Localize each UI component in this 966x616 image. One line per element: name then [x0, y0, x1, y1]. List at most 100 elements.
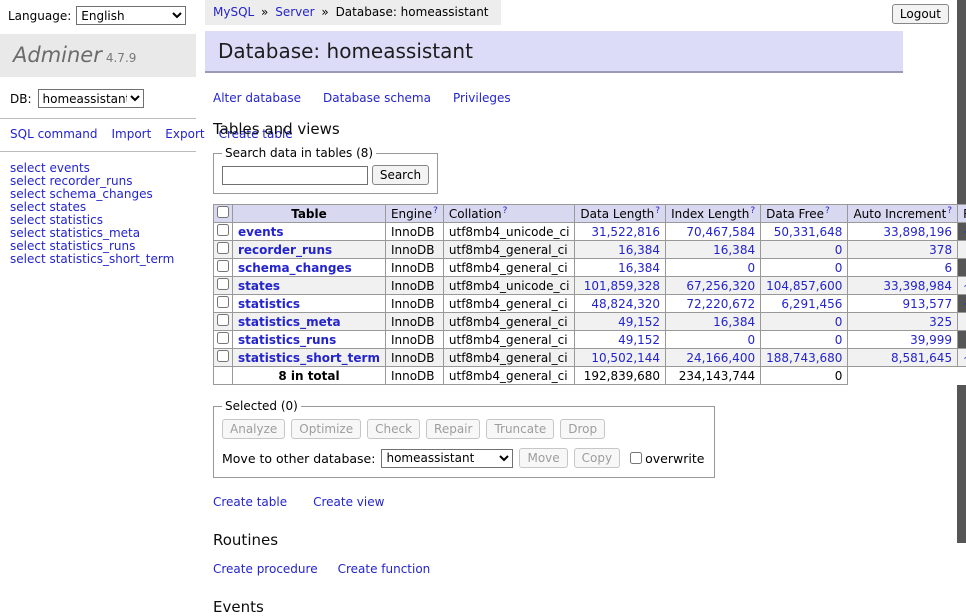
auto-increment-link[interactable]: 378 — [929, 243, 952, 257]
row-checkbox[interactable] — [217, 260, 229, 272]
auto-increment-link[interactable]: 33,398,984 — [883, 279, 952, 293]
data-length-link[interactable]: 10,502,144 — [591, 351, 660, 365]
cell-data-free[interactable]: 104,857,600 — [761, 277, 848, 295]
cell-index-length[interactable]: 16,384 — [666, 313, 761, 331]
create-view-link[interactable]: Create view — [313, 495, 384, 509]
row-checkbox[interactable] — [217, 350, 229, 362]
index-length-link[interactable]: 67,256,320 — [686, 279, 755, 293]
index-length-link[interactable]: 70,467,584 — [686, 225, 755, 239]
privileges-link[interactable]: Privileges — [453, 91, 511, 105]
logout-button[interactable]: Logout — [892, 4, 949, 24]
cell-index-length[interactable]: 24,166,400 — [666, 349, 761, 367]
cell-index-length[interactable]: 0 — [666, 259, 761, 277]
repair-button[interactable]: Repair — [426, 419, 480, 439]
data-length-link[interactable]: 48,824,320 — [591, 297, 660, 311]
cell-rows[interactable]: ~ 3 — [958, 259, 966, 277]
cell-auto-increment[interactable]: 378 — [848, 241, 958, 259]
select-all-checkbox[interactable] — [217, 206, 229, 218]
cell-index-length[interactable]: 0 — [666, 331, 761, 349]
data-free-link[interactable]: 6,291,456 — [781, 297, 842, 311]
overwrite-checkbox[interactable] — [630, 452, 642, 464]
help-link[interactable]: ? — [503, 206, 508, 216]
data-free-link[interactable]: 0 — [835, 333, 843, 347]
cell-data-length[interactable]: 48,824,320 — [575, 295, 666, 313]
language-select[interactable]: English — [76, 6, 186, 25]
table-name-link[interactable]: statistics — [238, 297, 300, 311]
help-link[interactable]: ? — [825, 206, 830, 216]
data-free-link[interactable]: 104,857,600 — [766, 279, 842, 293]
cell-data-length[interactable]: 101,859,328 — [575, 277, 666, 295]
index-length-link[interactable]: 72,220,672 — [686, 297, 755, 311]
cell-data-free[interactable]: 0 — [761, 259, 848, 277]
data-free-link[interactable]: 0 — [835, 261, 843, 275]
sidebar-link-export[interactable]: Export — [165, 127, 204, 141]
table-name-link[interactable]: statistics_short_term — [238, 351, 380, 365]
cell-index-length[interactable]: 16,384 — [666, 241, 761, 259]
help-link[interactable]: ? — [655, 206, 660, 216]
row-checkbox[interactable] — [217, 224, 229, 236]
cell-data-free[interactable]: 0 — [761, 241, 848, 259]
adminer-logo-link[interactable]: Adminer — [13, 43, 102, 67]
auto-increment-link[interactable]: 6 — [944, 261, 952, 275]
auto-increment-link[interactable]: 39,999 — [910, 333, 952, 347]
analyze-button[interactable]: Analyze — [222, 419, 285, 439]
cell-auto-increment[interactable]: 33,898,196 — [848, 223, 958, 241]
data-length-link[interactable]: 31,522,816 — [591, 225, 660, 239]
auto-increment-link[interactable]: 325 — [929, 315, 952, 329]
cell-auto-increment[interactable]: 6 — [848, 259, 958, 277]
data-free-link[interactable]: 188,743,680 — [766, 351, 842, 365]
cell-data-length[interactable]: 16,384 — [575, 241, 666, 259]
cell-rows[interactable]: ~ 299,833 — [958, 277, 966, 295]
alter-database-link[interactable]: Alter database — [213, 91, 301, 105]
row-checkbox[interactable] — [217, 296, 229, 308]
search-button[interactable]: Search — [372, 165, 429, 185]
cell-rows[interactable]: ~ 136,108 — [958, 349, 966, 367]
sidebar-link-sql-command[interactable]: SQL command — [10, 127, 97, 141]
cell-data-length[interactable]: 49,152 — [575, 313, 666, 331]
cell-auto-increment[interactable]: 39,999 — [848, 331, 958, 349]
table-name-link[interactable]: events — [238, 225, 284, 239]
cell-data-free[interactable]: 6,291,456 — [761, 295, 848, 313]
db-select[interactable]: homeassistant — [38, 89, 144, 108]
data-length-link[interactable]: 101,859,328 — [584, 279, 660, 293]
help-link[interactable]: ? — [947, 206, 952, 216]
cell-index-length[interactable]: 72,220,672 — [666, 295, 761, 313]
cell-data-free[interactable]: 0 — [761, 331, 848, 349]
drop-button[interactable]: Drop — [560, 419, 605, 439]
auto-increment-link[interactable]: 8,581,645 — [891, 351, 952, 365]
table-name-link[interactable]: statistics_runs — [238, 333, 336, 347]
help-link[interactable]: ? — [433, 206, 438, 216]
table-name-link[interactable]: statistics_meta — [238, 315, 341, 329]
data-free-link[interactable]: 50,331,648 — [774, 225, 843, 239]
move-database-select[interactable]: homeassistant — [381, 449, 513, 468]
auto-increment-link[interactable]: 913,577 — [902, 297, 952, 311]
row-checkbox[interactable] — [217, 314, 229, 326]
create-table-link[interactable]: Create table — [213, 495, 287, 509]
table-name-link[interactable]: schema_changes — [238, 261, 352, 275]
optimize-button[interactable]: Optimize — [291, 419, 361, 439]
database-schema-link[interactable]: Database schema — [323, 91, 431, 105]
cell-auto-increment[interactable]: 8,581,645 — [848, 349, 958, 367]
breadcrumb-server-link[interactable]: Server — [275, 5, 314, 19]
cell-auto-increment[interactable]: 913,577 — [848, 295, 958, 313]
check-button[interactable]: Check — [367, 419, 420, 439]
table-name-link[interactable]: recorder_runs — [238, 243, 332, 257]
truncate-button[interactable]: Truncate — [486, 419, 554, 439]
cell-rows[interactable]: ~ 5 — [958, 241, 966, 259]
search-input[interactable] — [222, 166, 368, 185]
help-link[interactable]: ? — [750, 206, 755, 216]
cell-auto-increment[interactable]: 325 — [848, 313, 958, 331]
table-name-link[interactable]: states — [238, 279, 280, 293]
move-button[interactable]: Move — [519, 448, 567, 468]
cell-data-free[interactable]: 0 — [761, 313, 848, 331]
cell-rows[interactable]: ~ 628 — [958, 331, 966, 349]
cell-rows[interactable]: ~ 244 — [958, 313, 966, 331]
create-procedure-link[interactable]: Create procedure — [213, 562, 318, 576]
data-length-link[interactable]: 49,152 — [618, 333, 660, 347]
row-checkbox[interactable] — [217, 278, 229, 290]
auto-increment-link[interactable]: 33,898,196 — [883, 225, 952, 239]
cell-data-free[interactable]: 50,331,648 — [761, 223, 848, 241]
cell-index-length[interactable]: 70,467,584 — [666, 223, 761, 241]
data-length-link[interactable]: 49,152 — [618, 315, 660, 329]
row-checkbox[interactable] — [217, 332, 229, 344]
